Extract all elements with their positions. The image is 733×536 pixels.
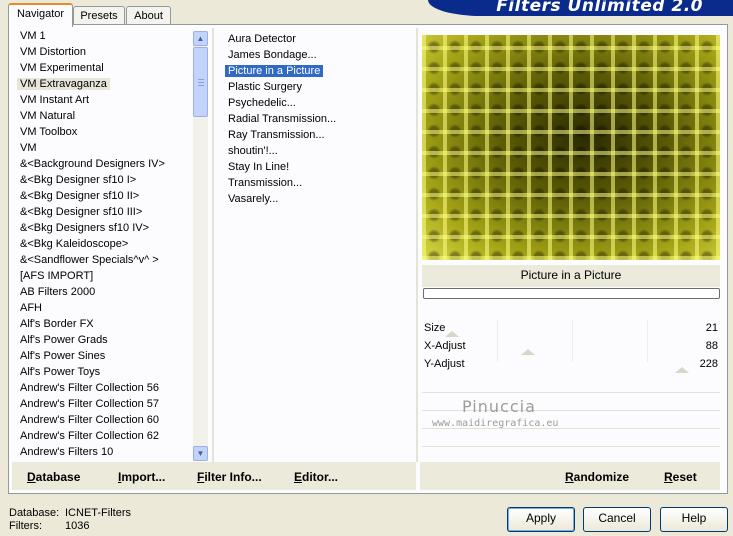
category-item[interactable]: &<Bkg Designers sf10 IV>	[12, 220, 192, 236]
param-size-slider[interactable]: Size 21	[422, 319, 720, 337]
database-button[interactable]: Database	[27, 470, 80, 484]
category-list[interactable]: VM 1 VM Distortion VM Experimental VM Extra…	[12, 28, 192, 462]
database-value: ICNET-Filters	[65, 507, 131, 519]
category-item[interactable]: &<Bkg Kaleidoscope>	[12, 236, 192, 252]
scroll-down-button[interactable]: ▼	[193, 446, 208, 461]
category-scrollbar[interactable]: ▲ ▼	[193, 31, 208, 461]
param-y-adjust-value: 228	[699, 358, 718, 370]
param-x-adjust-slider[interactable]: X-Adjust 88	[422, 337, 720, 355]
category-item[interactable]: Alf's Power Toys	[12, 364, 192, 380]
filters-count-label: Filters:	[9, 520, 42, 532]
randomize-button[interactable]: Randomize	[565, 470, 629, 484]
slider-handle[interactable]	[675, 367, 689, 373]
empty-param-row	[422, 428, 720, 447]
progress-bar	[423, 288, 720, 299]
param-x-adjust-value: 88	[705, 340, 718, 352]
filter-item[interactable]: Ray Transmission...	[222, 127, 412, 143]
category-item[interactable]: Andrew's Filter Collection 60	[12, 412, 192, 428]
editor-button[interactable]: Editor...	[294, 470, 338, 484]
category-item[interactable]: &<Sandflower Specials^v^ >	[12, 252, 192, 268]
category-item[interactable]: &<Bkg Designer sf10 III>	[12, 204, 192, 220]
category-item[interactable]: Alf's Border FX	[12, 316, 192, 332]
tab-presets[interactable]: Presets	[73, 6, 125, 25]
filter-item[interactable]: Radial Transmission...	[222, 111, 412, 127]
category-item[interactable]: VM Extravaganza	[12, 76, 192, 92]
filter-item[interactable]: shoutin'!...	[222, 143, 412, 159]
scroll-up-button[interactable]: ▲	[193, 31, 208, 46]
import-button[interactable]: Import...	[118, 470, 165, 484]
param-y-adjust-slider[interactable]: Y-Adjust 228	[422, 355, 720, 373]
apply-button[interactable]: Apply	[507, 507, 575, 532]
category-item[interactable]: Alf's Power Grads	[12, 332, 192, 348]
category-item[interactable]: Alf's Power Sines	[12, 348, 192, 364]
param-y-adjust-label: Y-Adjust	[424, 358, 465, 370]
empty-param-row	[422, 374, 720, 393]
list-divider	[212, 28, 214, 462]
param-size-label: Size	[424, 322, 446, 334]
category-item[interactable]: Andrew's Filter Collection 57	[12, 396, 192, 412]
filter-info-button[interactable]: Filter Info...	[197, 470, 262, 484]
category-item[interactable]: &<Bkg Designer sf10 II>	[12, 188, 192, 204]
filter-list[interactable]: Aura Detector James Bondage... Picture in …	[222, 31, 412, 207]
watermark-name: Pinuccia	[462, 397, 536, 416]
category-item[interactable]: AB Filters 2000	[12, 284, 192, 300]
category-item[interactable]: Andrew's Filters 10	[12, 444, 192, 460]
category-item[interactable]: VM Instant Art	[12, 92, 192, 108]
filter-item[interactable]: James Bondage...	[222, 47, 412, 63]
category-item[interactable]: &<Background Designers IV>	[12, 156, 192, 172]
category-item[interactable]: VM Natural	[12, 108, 192, 124]
category-item[interactable]: &<Bkg Designer sf10 I>	[12, 172, 192, 188]
cancel-button[interactable]: Cancel	[583, 507, 651, 532]
tab-about[interactable]: About	[126, 6, 171, 25]
tab-navigator[interactable]: Navigator	[8, 3, 73, 27]
category-item[interactable]: Andrew's Filter Collection 56	[12, 380, 192, 396]
banner-title: Filters Unlimited 2.0	[496, 0, 703, 16]
filter-item[interactable]: Picture in a Picture	[222, 63, 412, 79]
filter-item[interactable]: Psychedelic...	[222, 95, 412, 111]
category-item[interactable]: VM Distortion	[12, 44, 192, 60]
app-banner: Filters Unlimited 2.0	[428, 0, 733, 16]
help-button[interactable]: Help	[660, 507, 728, 532]
watermark-url: www.maidiregrafica.eu	[432, 418, 559, 429]
filter-preview-image	[422, 35, 720, 260]
list-divider	[416, 28, 418, 462]
filter-item[interactable]: Plastic Surgery	[222, 79, 412, 95]
category-item[interactable]: Andrew's Filter Collection 62	[12, 428, 192, 444]
preview-title: Picture in a Picture	[422, 265, 720, 287]
category-item[interactable]: VM Experimental	[12, 60, 192, 76]
scroll-thumb[interactable]	[193, 47, 208, 117]
param-x-adjust-label: X-Adjust	[424, 340, 466, 352]
database-label: Database:	[9, 507, 60, 519]
reset-button[interactable]: Reset	[664, 470, 697, 484]
category-item[interactable]: [AFS IMPORT]	[12, 268, 192, 284]
category-item[interactable]: AFH	[12, 300, 192, 316]
filter-item[interactable]: Vasarely...	[222, 191, 412, 207]
filter-item[interactable]: Aura Detector	[222, 31, 412, 47]
filters-count-value: 1036	[65, 520, 90, 532]
filter-item[interactable]: Stay In Line!	[222, 159, 412, 175]
filter-item[interactable]: Transmission...	[222, 175, 412, 191]
param-size-value: 21	[705, 322, 718, 334]
category-item[interactable]: VM Toolbox	[12, 124, 192, 140]
category-item[interactable]: VM 1	[12, 28, 192, 44]
category-item[interactable]: VM	[12, 140, 192, 156]
